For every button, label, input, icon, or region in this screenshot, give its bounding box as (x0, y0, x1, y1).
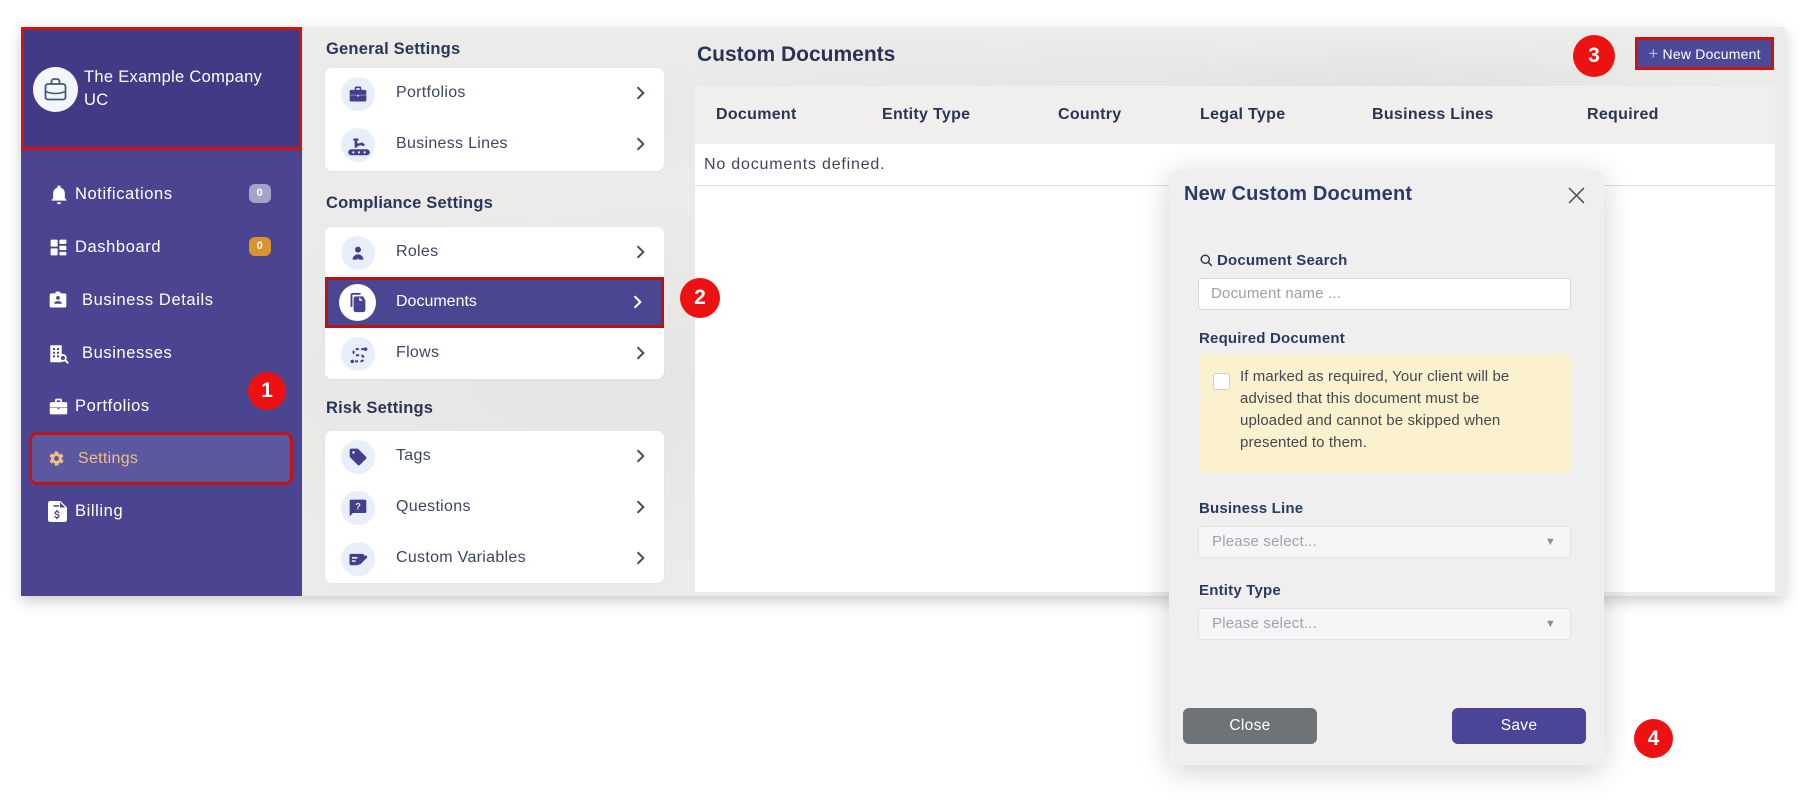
svg-text:?: ? (355, 501, 361, 511)
